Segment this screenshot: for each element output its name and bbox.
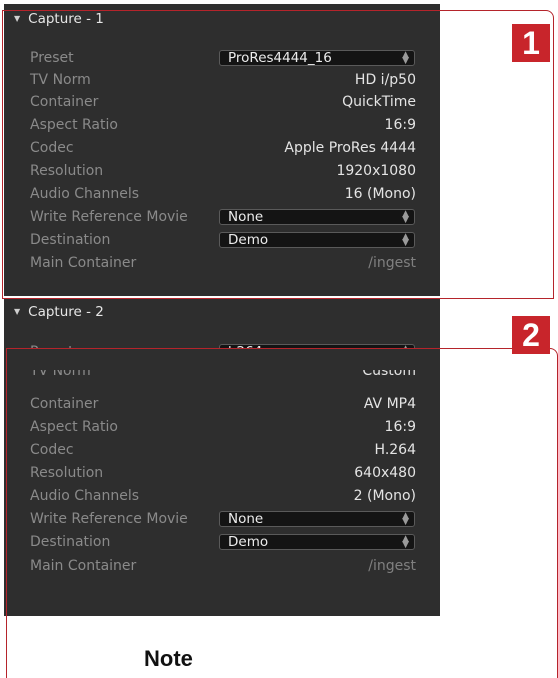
capture-2-title: Capture - 2 [28,304,104,320]
callout-badge-1: 1 [512,24,550,62]
note-heading: Note [144,646,193,671]
callout-outline-2 [6,348,558,678]
capture-2-header[interactable]: ▼ Capture - 2 [14,304,104,320]
callout-badge-2: 2 [512,316,550,354]
callout-outline-1 [2,10,554,299]
disclosure-triangle-icon[interactable]: ▼ [14,307,20,316]
